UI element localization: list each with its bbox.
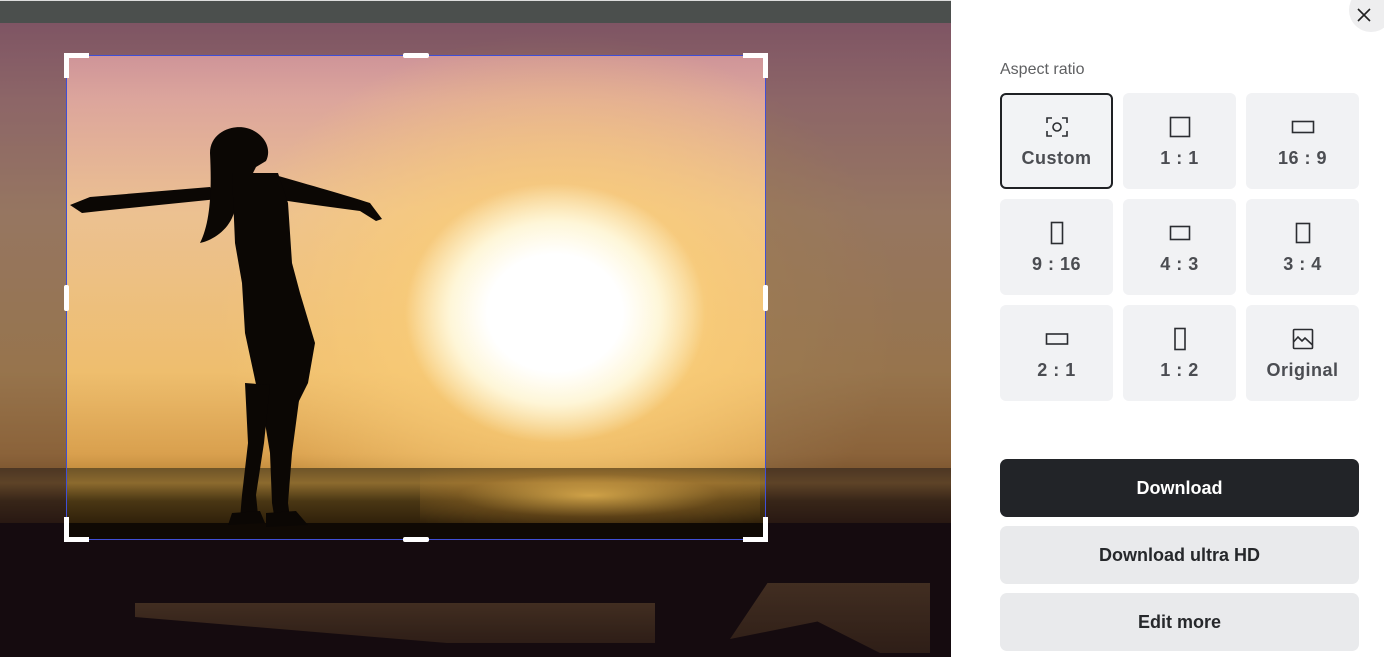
portrait-tall-icon	[1173, 327, 1186, 350]
aspect-ratio-panel: Aspect ratio Custom 1: 1 16: 9 9: 16 …	[951, 0, 1384, 657]
landscape-wide-icon	[1291, 120, 1314, 133]
ratio-option-1-2[interactable]: 1 : 2	[1123, 305, 1236, 401]
image-icon	[1292, 328, 1313, 349]
image-canvas[interactable]	[0, 0, 951, 657]
crop-handle-top[interactable]	[403, 53, 429, 58]
ratio-label: 16 : 9	[1277, 147, 1328, 168]
aspect-ratio-grid: Custom 1 : 1 16 : 9 9: 16 4: 3 3: 4 2…	[1000, 93, 1360, 401]
crop-handle-top-right[interactable]	[743, 53, 768, 78]
crop-handle-bottom-right[interactable]	[743, 517, 768, 542]
crop-handle-left[interactable]	[64, 285, 69, 311]
close-icon	[1357, 8, 1371, 22]
ratio-option-2-1[interactable]: 2 : 1	[1000, 305, 1113, 401]
crop-handle-right[interactable]	[763, 285, 768, 311]
focus-frame-icon	[1045, 116, 1068, 137]
crop-shade-top	[0, 23, 951, 55]
landscape-icon	[1169, 225, 1190, 240]
aspect-ratio-label: Aspect ratio	[1000, 61, 1085, 78]
ratio-option-4-3[interactable]: 4 : 3	[1123, 199, 1236, 295]
crop-handle-bottom-left[interactable]	[64, 517, 89, 542]
ratio-label: 1 : 1	[1160, 147, 1199, 168]
download-button[interactable]: Download	[1000, 459, 1359, 517]
ratio-label: 3 : 4	[1283, 253, 1322, 274]
ratio-option-original[interactable]: Original	[1246, 305, 1359, 401]
ratio-option-3-4[interactable]: 3 : 4	[1246, 199, 1359, 295]
crop-shade-right	[766, 55, 951, 540]
crop-shade-left	[0, 55, 66, 540]
ratio-option-16-9[interactable]: 16 : 9	[1246, 93, 1359, 189]
ratio-option-9-16[interactable]: 9 : 16	[1000, 199, 1113, 295]
ratio-label: 9 : 16	[1031, 253, 1082, 274]
crop-shade-bottom	[0, 540, 951, 657]
portrait-tall-icon	[1050, 221, 1063, 244]
crop-frame[interactable]	[64, 53, 768, 542]
close-button[interactable]	[1349, 0, 1384, 32]
landscape-wide-icon	[1045, 332, 1068, 345]
edit-more-button[interactable]: Edit more	[1000, 593, 1359, 651]
ratio-label: Custom	[1021, 147, 1092, 168]
ratio-label: 4 : 3	[1160, 253, 1199, 274]
ratio-label: 1 : 2	[1160, 359, 1199, 380]
ratio-label: 2 : 1	[1037, 359, 1076, 380]
ratio-label: Original	[1266, 359, 1339, 380]
portrait-icon	[1295, 222, 1310, 243]
crop-handle-top-left[interactable]	[64, 53, 89, 78]
crop-handle-bottom[interactable]	[403, 537, 429, 542]
square-icon	[1169, 116, 1190, 137]
ratio-option-custom[interactable]: Custom	[1000, 93, 1113, 189]
crop-dialog: Aspect ratio Custom 1: 1 16: 9 9: 16 …	[0, 0, 1384, 657]
ratio-option-1-1[interactable]: 1 : 1	[1123, 93, 1236, 189]
canvas-top-bar	[0, 0, 951, 23]
download-ultra-hd-button[interactable]: Download ultra HD	[1000, 526, 1359, 584]
